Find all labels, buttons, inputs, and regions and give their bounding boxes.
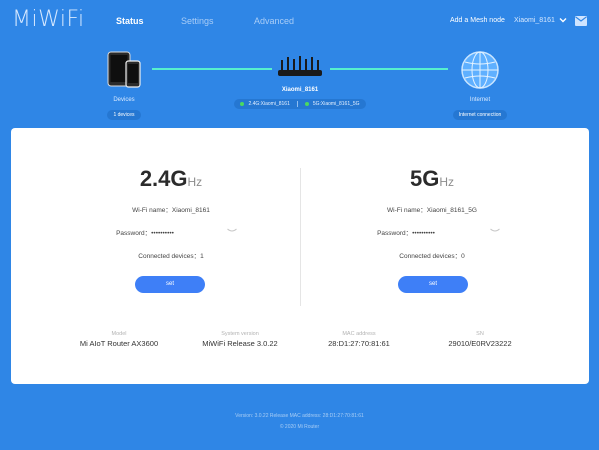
band-24g-wifi-name-row: Wi-Fi name：Xiaomi_8161 <box>51 204 291 214</box>
band-5g-title-value: 5G <box>409 166 440 191</box>
logo: MiWiFi <box>12 7 85 32</box>
eye-closed-icon[interactable] <box>227 228 237 233</box>
band-24g-title-unit: Hz <box>187 175 203 189</box>
band-5g-title: 5GHz <box>312 166 552 192</box>
ssid-24-label: 2.4G:Xiaomi_8161 <box>248 101 290 107</box>
wifi-name-label: Wi-Fi name： <box>387 207 427 214</box>
connected-devices-label: Connected devices： <box>138 253 201 260</box>
top-bar: MiWiFi Status Settings Advanced Add a Me… <box>0 0 599 44</box>
password-label: Password： <box>116 230 152 237</box>
connected-devices-value: 0 <box>461 253 465 260</box>
mail-icon[interactable] <box>575 16 587 26</box>
band-5g-connected-row: Connected devices：0 <box>312 250 552 260</box>
wifi-name-value: Xiaomi_8161_5G <box>426 207 477 214</box>
router-name: Xiaomi_8161 <box>281 87 319 93</box>
band-24g-connected-row: Connected devices：1 <box>51 250 291 260</box>
wifi-name-label: Wi-Fi name： <box>132 207 172 214</box>
info-sn: SN 29010/E0RV23222 <box>405 331 555 348</box>
band-24g-panel: 2.4GHz Wi-Fi name：Xiaomi_8161 Password：•… <box>51 166 291 293</box>
connected-devices-value: 1 <box>200 253 204 260</box>
devices-count-badge: 1 devices <box>107 110 141 120</box>
globe-icon <box>461 51 499 89</box>
band-24g-password-row: Password：•••••••••• <box>51 227 291 237</box>
router-node[interactable]: Xiaomi_8161 2.4G:Xiaomi_8161 5G:Xiaomi_8… <box>226 56 374 111</box>
chevron-down-icon <box>559 18 567 23</box>
info-label: SN <box>476 331 484 337</box>
tab-settings[interactable]: Settings <box>181 16 214 26</box>
devices-label: Devices <box>113 97 135 103</box>
ssid-separator <box>296 101 298 107</box>
router-select[interactable]: Xiaomi_8161 <box>514 16 567 24</box>
internet-node[interactable]: Internet Internet connection <box>448 50 512 121</box>
info-value: 29010/E0RV23222 <box>448 339 512 348</box>
eye-closed-icon[interactable] <box>490 228 500 233</box>
band-divider <box>300 168 301 306</box>
footer-version: Version: 3.0.22 Release MAC address: 28:… <box>235 413 364 419</box>
wifi-name-value: Xiaomi_8161 <box>171 207 210 214</box>
internet-status-badge: Internet connection <box>452 110 508 120</box>
band-5g-panel: 5GHz Wi-Fi name：Xiaomi_8161_5G Password：… <box>312 166 552 293</box>
router-select-label: Xiaomi_8161 <box>514 16 555 24</box>
band-24g-title-value: 2.4G <box>139 166 188 191</box>
band-5g-title-unit: Hz <box>439 175 455 189</box>
band-5g-set-button[interactable]: set <box>398 276 468 293</box>
band-5g-password-row: Password：•••••••••• <box>312 227 552 237</box>
band-5g-wifi-name-row: Wi-Fi name：Xiaomi_8161_5G <box>312 204 552 214</box>
band-24g-title: 2.4GHz <box>51 166 291 192</box>
devices-node[interactable]: Devices 1 devices <box>96 50 152 121</box>
ssid-5-label: 5G:Xiaomi_8161_5G <box>312 101 360 107</box>
ssid-badge: 2.4G:Xiaomi_8161 5G:Xiaomi_8161_5G <box>234 99 366 109</box>
connected-devices-label: Connected devices： <box>399 253 462 260</box>
ssid-24-status-dot <box>240 102 245 106</box>
add-mesh-node-link[interactable]: Add a Mesh node <box>450 17 505 24</box>
password-value: •••••••••• <box>412 230 435 237</box>
status-card: 2.4GHz Wi-Fi name：Xiaomi_8161 Password：•… <box>11 128 589 384</box>
devices-icon <box>107 51 141 88</box>
internet-label: Internet <box>469 97 491 103</box>
tab-advanced[interactable]: Advanced <box>254 16 294 26</box>
footer-copyright: © 2020 Mi Router <box>279 424 320 430</box>
tab-status[interactable]: Status <box>116 16 144 26</box>
password-value: •••••••••• <box>151 230 174 237</box>
password-label: Password： <box>377 230 413 237</box>
ssid-5-status-dot <box>304 102 309 106</box>
router-icon <box>278 56 322 76</box>
band-24g-set-button[interactable]: set <box>135 276 205 293</box>
